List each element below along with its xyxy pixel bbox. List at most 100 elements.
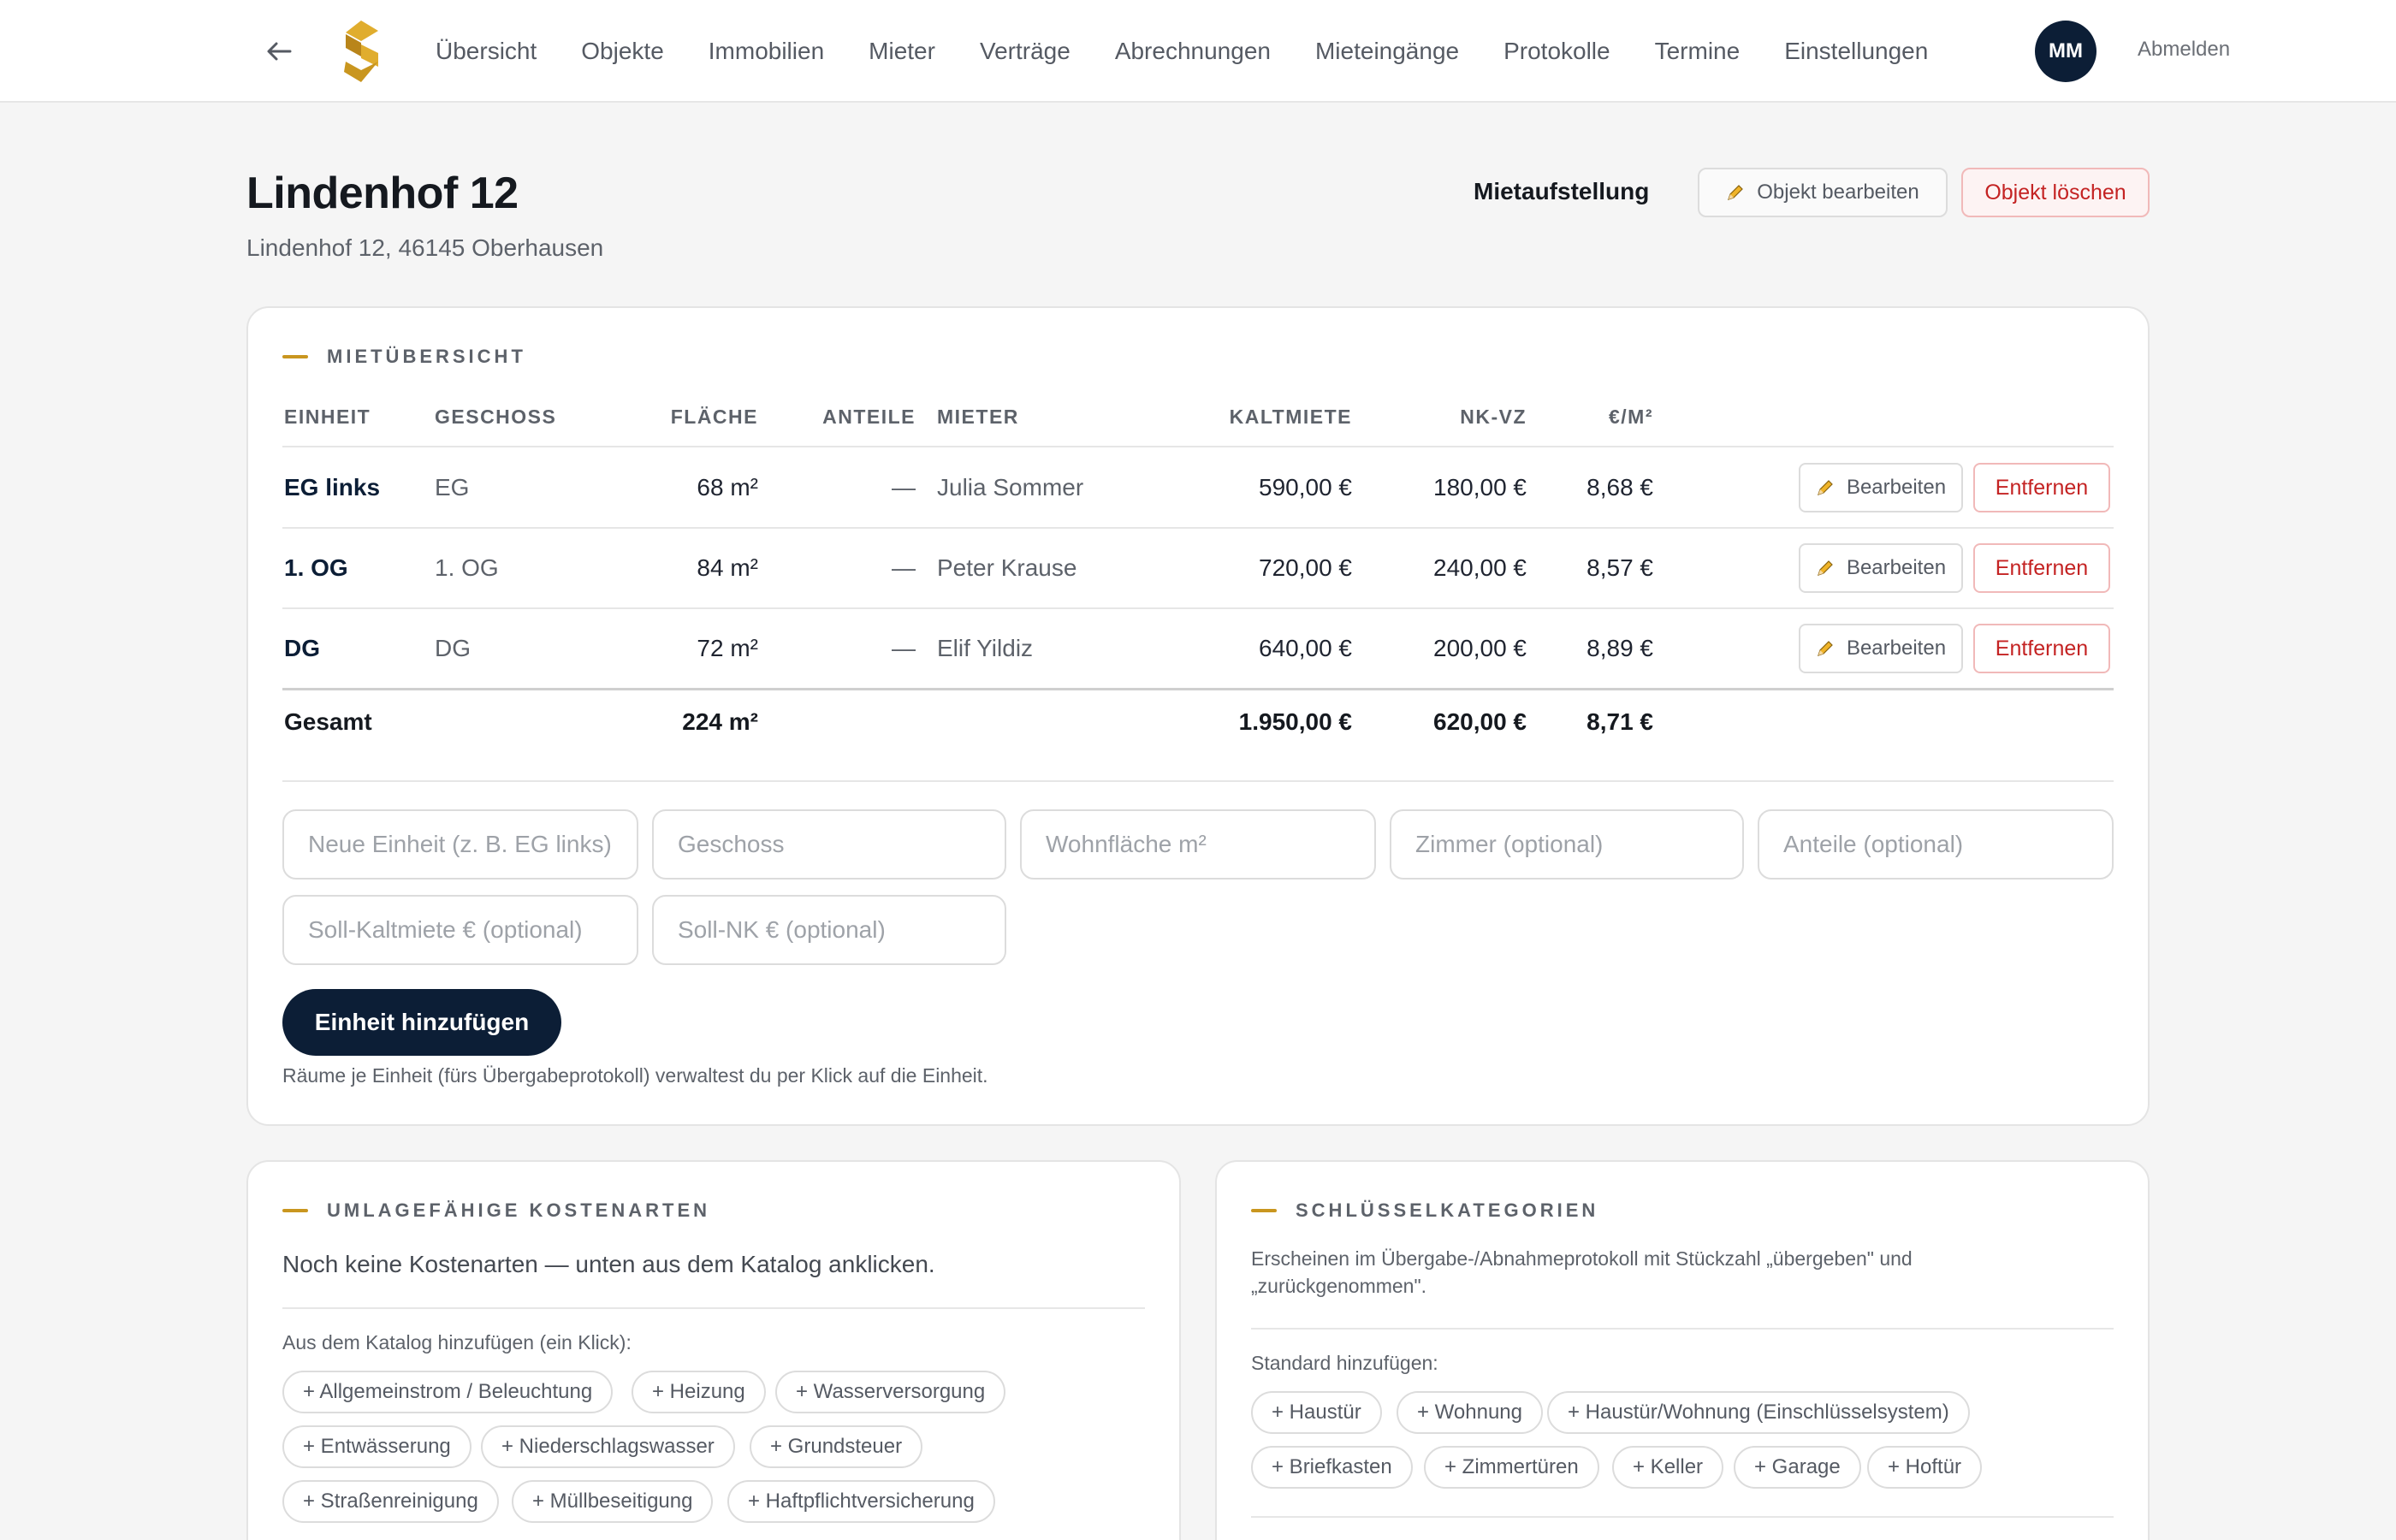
- row-edit-button[interactable]: Bearbeiten: [1799, 463, 1963, 512]
- nav-link-einstellungen[interactable]: Einstellungen: [1784, 38, 1928, 65]
- nav-link-termine[interactable]: Termine: [1655, 38, 1741, 65]
- section-accent-dash: [282, 1209, 308, 1212]
- col-header-tenant: MIETER: [937, 406, 1019, 428]
- catalog-chip-muellbeseitigung[interactable]: + Müllbeseitigung: [512, 1480, 714, 1523]
- key-chip-keller[interactable]: + Keller: [1612, 1446, 1724, 1489]
- nav-links: Übersicht Objekte Immobilien Mieter Vert…: [436, 0, 1972, 103]
- key-categories-heading: SCHLÜSSELKATEGORIEN: [1251, 1199, 1598, 1222]
- catalog-chip-haftpflichtversicherung[interactable]: + Haftpflichtversicherung: [727, 1480, 995, 1523]
- row-area: 72 m²: [697, 635, 758, 661]
- nav-link-vertraege[interactable]: Verträge: [980, 38, 1070, 65]
- key-chip-hoftuer[interactable]: + Hoftür: [1867, 1446, 1983, 1489]
- row-nk: 180,00 €: [1433, 474, 1527, 500]
- row-divider: [282, 527, 2114, 529]
- key-chip-briefkasten[interactable]: + Briefkasten: [1251, 1446, 1413, 1489]
- floor-input[interactable]: [652, 809, 1006, 880]
- row-per-sqm: 8,57 €: [1586, 554, 1653, 581]
- catalog-chip-entwaesserung[interactable]: + Entwässerung: [282, 1425, 471, 1468]
- rent-list-button[interactable]: Mietaufstellung: [1474, 178, 1649, 205]
- cost-types-divider: [282, 1307, 1145, 1309]
- area-input[interactable]: [1020, 809, 1376, 880]
- col-header-nk: NK-VZ: [1460, 406, 1527, 428]
- brand-logo[interactable]: [339, 19, 383, 84]
- row-floor: EG: [435, 474, 470, 500]
- col-header-shares: ANTEILE: [822, 406, 916, 428]
- nav-link-mieter[interactable]: Mieter: [869, 38, 935, 65]
- nav-link-objekte[interactable]: Objekte: [581, 38, 664, 65]
- edit-object-label: Objekt bearbeiten: [1757, 181, 1919, 204]
- total-per-sqm: 8,71 €: [1586, 708, 1653, 735]
- col-header-area: FLÄCHE: [670, 406, 758, 428]
- row-shares: —: [892, 474, 916, 500]
- row-floor: DG: [435, 635, 471, 661]
- catalog-chip-allgemeinstrom[interactable]: + Allgemeinstrom / Beleuchtung: [282, 1371, 614, 1413]
- key-chip-einschluesselsystem[interactable]: + Haustür/Wohnung (Einschlüsselsystem): [1547, 1391, 1970, 1434]
- catalog-chip-heizung[interactable]: + Heizung: [632, 1371, 766, 1413]
- cost-types-heading: UMLAGEFÄHIGE KOSTENARTEN: [282, 1199, 710, 1222]
- catalog-chip-strassenreinigung[interactable]: + Straßenreinigung: [282, 1480, 499, 1523]
- row-tenant: Peter Krause: [937, 554, 1077, 581]
- back-button[interactable]: [260, 33, 298, 70]
- row-edit-label: Bearbeiten: [1846, 476, 1947, 499]
- row-per-sqm: 8,68 €: [1586, 474, 1653, 500]
- delete-object-button[interactable]: Objekt löschen: [1961, 168, 2150, 217]
- edit-object-button[interactable]: Objekt bearbeiten: [1698, 168, 1948, 217]
- total-label: Gesamt: [284, 708, 372, 735]
- rent-overview-heading: MIETÜBERSICHT: [282, 346, 526, 368]
- rooms-input[interactable]: [1390, 809, 1744, 880]
- pencil-icon: [1818, 560, 1833, 576]
- col-header-floor: GESCHOSS: [435, 406, 557, 428]
- key-chip-garage[interactable]: + Garage: [1734, 1446, 1861, 1489]
- nk-input[interactable]: [652, 895, 1006, 965]
- section-accent-dash: [1251, 1209, 1277, 1212]
- nav-link-immobilien[interactable]: Immobilien: [709, 38, 824, 65]
- row-floor: 1. OG: [435, 554, 499, 581]
- total-area: 224 m²: [682, 708, 758, 735]
- row-remove-button[interactable]: Entfernen: [1973, 624, 2110, 673]
- row-unit[interactable]: DG: [284, 635, 320, 662]
- nav-link-abrechnungen[interactable]: Abrechnungen: [1115, 38, 1271, 65]
- row-remove-button[interactable]: Entfernen: [1973, 463, 2110, 512]
- key-categories-description-cont: „zurückgenommen".: [1251, 1275, 1427, 1297]
- row-edit-button[interactable]: Bearbeiten: [1799, 543, 1963, 593]
- row-per-sqm: 8,89 €: [1586, 635, 1653, 661]
- pencil-icon: [1818, 480, 1833, 495]
- new-unit-input[interactable]: [282, 809, 638, 880]
- row-unit[interactable]: 1. OG: [284, 554, 348, 582]
- catalog-chip-grundsteuer[interactable]: + Grundsteuer: [750, 1425, 923, 1468]
- row-edit-button[interactable]: Bearbeiten: [1799, 624, 1963, 673]
- catalog-chip-wasserversorgung[interactable]: + Wasserversorgung: [775, 1371, 1006, 1413]
- nav-link-mieteingaenge[interactable]: Mieteingänge: [1315, 38, 1459, 65]
- logout-button[interactable]: Abmelden: [2138, 38, 2230, 62]
- table-header-divider: [282, 446, 2114, 447]
- object-address: Lindenhof 12, 46145 Oberhausen: [246, 234, 604, 261]
- row-cold-rent: 720,00 €: [1259, 554, 1352, 581]
- row-cold-rent: 640,00 €: [1259, 635, 1352, 661]
- row-unit[interactable]: EG links: [284, 474, 380, 501]
- catalog-label: Aus dem Katalog hinzufügen (ein Klick):: [282, 1331, 632, 1353]
- nav-link-uebersicht[interactable]: Übersicht: [436, 38, 537, 65]
- total-cold-rent: 1.950,00 €: [1238, 708, 1352, 735]
- user-avatar[interactable]: MM: [2035, 21, 2096, 82]
- key-chip-wohnung[interactable]: + Wohnung: [1397, 1391, 1543, 1434]
- catalog-chip-niederschlagswasser[interactable]: + Niederschlagswasser: [481, 1425, 735, 1468]
- row-nk: 200,00 €: [1433, 635, 1527, 661]
- standard-label: Standard hinzufügen:: [1251, 1352, 1438, 1374]
- pencil-icon: [1728, 185, 1744, 200]
- key-chip-haustuer[interactable]: + Haustür: [1251, 1391, 1382, 1434]
- nav-link-protokolle[interactable]: Protokolle: [1503, 38, 1610, 65]
- key-chip-zimmertueren[interactable]: + Zimmertüren: [1424, 1446, 1599, 1489]
- top-navigation: Übersicht Objekte Immobilien Mieter Vert…: [0, 0, 2396, 103]
- cold-rent-input[interactable]: [282, 895, 638, 965]
- shares-input[interactable]: [1758, 809, 2114, 880]
- arrow-left-icon: [267, 42, 292, 61]
- row-remove-button[interactable]: Entfernen: [1973, 543, 2110, 593]
- cost-types-title: UMLAGEFÄHIGE KOSTENARTEN: [327, 1199, 710, 1221]
- row-shares: —: [892, 554, 916, 581]
- total-nk: 620,00 €: [1433, 708, 1527, 735]
- add-unit-button[interactable]: Einheit hinzufügen: [282, 989, 561, 1056]
- total-divider: [282, 688, 2114, 690]
- row-area: 68 m²: [697, 474, 758, 500]
- row-shares: —: [892, 635, 916, 661]
- row-tenant: Julia Sommer: [937, 474, 1084, 500]
